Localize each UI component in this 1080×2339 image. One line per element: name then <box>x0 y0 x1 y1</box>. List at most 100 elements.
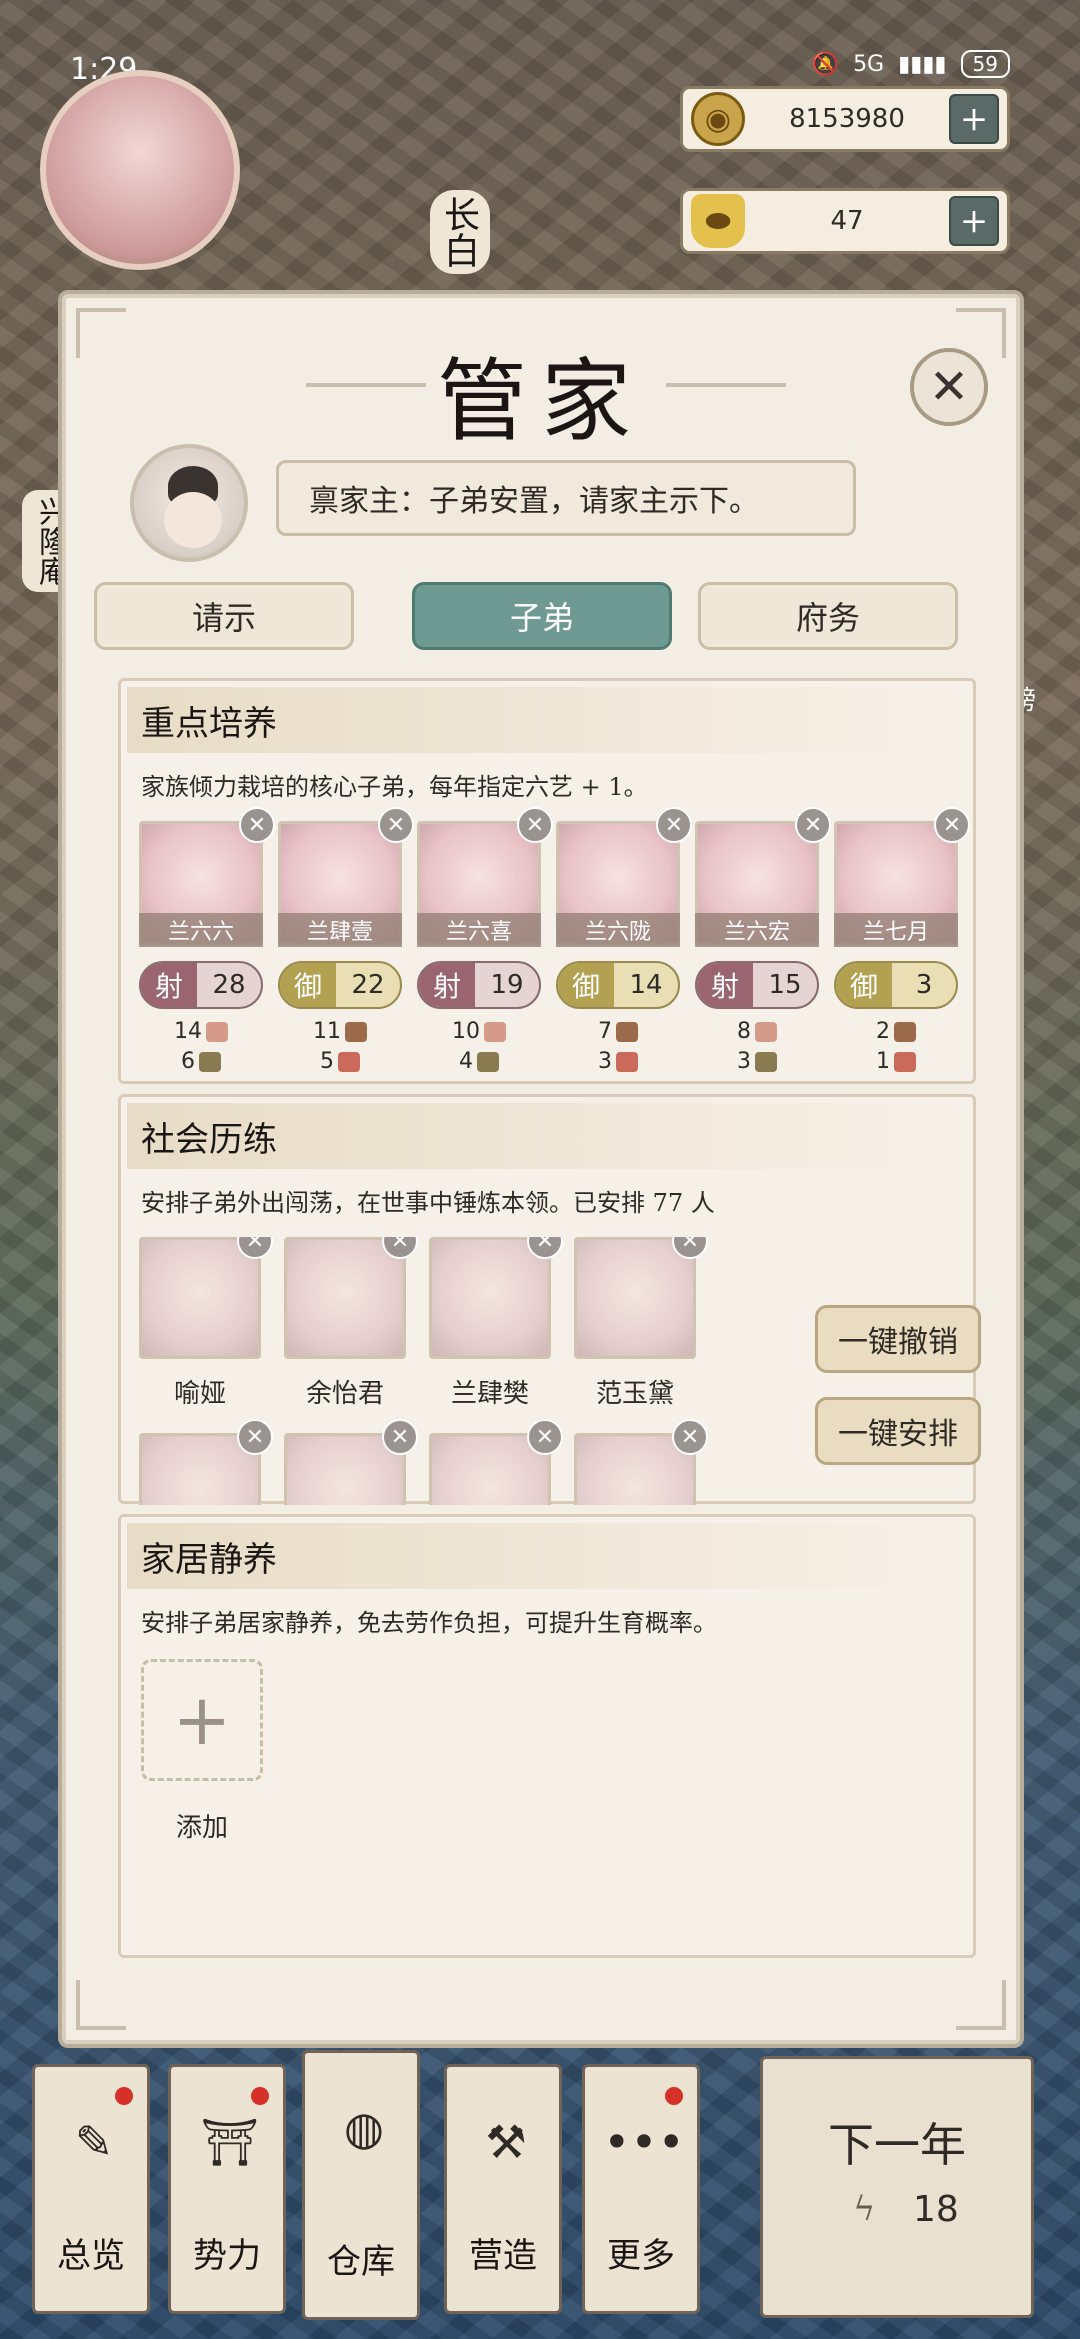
player-avatar[interactable] <box>40 70 240 270</box>
member-portrait <box>139 1237 261 1359</box>
rest-desc: 安排子弟居家静养，免去劳作负担，可提升生育概率。 <box>141 1609 717 1637</box>
focus-member-card[interactable]: 兰肆壹 ✕ 御 22 11 5 <box>278 807 414 1074</box>
social-desc: 安排子弟外出闯荡，在世事中锤炼本领。已安排 77 人 <box>141 1189 715 1217</box>
social-member-card[interactable]: ✕ 范玉黛 <box>574 1237 708 1410</box>
coin-resource: ◉ 8153980 + <box>680 86 1010 152</box>
notification-dot <box>251 2087 269 2105</box>
stat-b: 1 <box>834 1049 958 1074</box>
remove-member-button[interactable]: ✕ <box>517 807 553 843</box>
item-icon <box>616 1052 638 1072</box>
mute-icon: 🔕 <box>811 51 840 77</box>
remove-member-button[interactable]: ✕ <box>237 1419 273 1455</box>
item-icon <box>477 1052 499 1072</box>
remove-member-button[interactable]: ✕ <box>795 807 831 843</box>
social-member-card[interactable]: ✕ 喻娅 <box>139 1237 273 1410</box>
steward-avatar <box>130 444 248 562</box>
steward-panel: 管家 ✕ 禀家主：子弟安置，请家主示下。 请示 子弟 府务 重点培养 家族倾力栽… <box>62 294 1020 2044</box>
skill-type: 御 <box>558 963 614 1007</box>
remove-member-button[interactable]: ✕ <box>239 807 275 843</box>
skill-level: 19 <box>490 970 524 1000</box>
nav-overview[interactable]: ✎ 总览 <box>32 2064 150 2314</box>
skill-type: 射 <box>141 963 197 1007</box>
arrange-all-button[interactable]: 一键安排 <box>815 1397 981 1465</box>
member-name: 喻娅 <box>173 1379 226 1409</box>
stat-a: 7 <box>556 1019 680 1044</box>
tab-household[interactable]: 府务 <box>698 582 958 650</box>
item-icon <box>338 1052 360 1072</box>
skill-pill: 射 19 <box>417 961 541 1009</box>
add-member-button[interactable]: + <box>141 1659 263 1781</box>
social-member-card[interactable]: ✕ 余怡君 <box>284 1237 418 1410</box>
stat-a: 10 <box>417 1019 541 1044</box>
member-name: 兰肆樊 <box>450 1379 529 1409</box>
signal-label: 5G <box>853 51 885 77</box>
add-coin-button[interactable]: + <box>949 94 999 144</box>
stat-a: 8 <box>695 1019 819 1044</box>
home-rest-section: 家居静养 安排子弟居家静养，免去劳作负担，可提升生育概率。 + 添加 <box>118 1514 976 1958</box>
pavilion-icon: ⛩ <box>200 2114 260 2169</box>
energy-value: 18 <box>913 2189 959 2230</box>
remove-member-button[interactable]: ✕ <box>934 807 970 843</box>
social-member-list[interactable]: ✕ 喻娅 ✕ 余怡君 ✕ 兰肆樊 ✕ 范玉黛 ✕ ✕ ✕ ✕ <box>139 1237 779 1505</box>
skill-pill: 御 22 <box>278 961 402 1009</box>
remove-member-button[interactable]: ✕ <box>527 1419 563 1455</box>
steward-speech: 禀家主：子弟安置，请家主示下。 <box>276 460 856 536</box>
social-member-card[interactable]: ✕ <box>284 1419 418 1505</box>
next-year-button[interactable]: 下一年 ϟ 18 <box>760 2056 1034 2318</box>
corner-ornament <box>76 1980 126 2030</box>
member-name: 兰七月 <box>834 913 958 947</box>
stat-a: 2 <box>834 1019 958 1044</box>
notification-dot <box>665 2087 683 2105</box>
item-icon <box>199 1052 221 1072</box>
stat-b: 4 <box>417 1049 541 1074</box>
tab-requests[interactable]: 请示 <box>94 582 354 650</box>
focus-member-card[interactable]: 兰六陇 ✕ 御 14 7 3 <box>556 807 692 1074</box>
nav-label: 更多 <box>607 2236 675 2276</box>
stat-a: 11 <box>278 1019 402 1044</box>
stat-b: 3 <box>556 1049 680 1074</box>
stat-b: 3 <box>695 1049 819 1074</box>
nav-warehouse[interactable]: ◍ 仓库 <box>302 2050 420 2320</box>
nav-build[interactable]: ⚒ 营造 <box>444 2064 562 2314</box>
focus-title: 重点培养 <box>127 687 967 753</box>
social-member-card[interactable]: ✕ <box>429 1419 563 1505</box>
item-icon <box>206 1022 228 1042</box>
remove-member-button[interactable]: ✕ <box>382 1419 418 1455</box>
social-member-card[interactable]: ✕ <box>139 1419 273 1505</box>
skill-level: 14 <box>629 970 663 1000</box>
skill-type: 射 <box>697 963 753 1007</box>
cancel-all-button[interactable]: 一键撤销 <box>815 1305 981 1373</box>
remove-member-button[interactable]: ✕ <box>378 807 414 843</box>
tab-children[interactable]: 子弟 <box>412 582 672 650</box>
add-ingot-button[interactable]: + <box>949 196 999 246</box>
social-member-card[interactable]: ✕ 兰肆樊 <box>429 1237 563 1410</box>
stat-a: 14 <box>139 1019 263 1044</box>
social-section: 社会历练 安排子弟外出闯荡，在世事中锤炼本领。已安排 77 人 ✕ 喻娅 ✕ 余… <box>118 1094 981 1505</box>
ingot-value: 47 <box>830 206 864 236</box>
item-icon <box>894 1052 916 1072</box>
focus-member-card[interactable]: 兰六喜 ✕ 射 19 10 4 <box>417 807 553 1074</box>
rest-title: 家居静养 <box>127 1523 967 1589</box>
focus-member-list: 兰六六 ✕ 射 28 14 6 兰肆壹 ✕ 御 22 11 5 兰六喜 ✕ 射 … <box>139 807 970 1081</box>
social-member-card[interactable]: ✕ <box>574 1419 708 1505</box>
remove-member-button[interactable]: ✕ <box>672 1419 708 1455</box>
brush-icon: ✎ <box>74 2115 114 2169</box>
nav-label: 仓库 <box>327 2242 395 2282</box>
item-icon <box>894 1022 916 1042</box>
stat-b: 6 <box>139 1049 263 1074</box>
member-name: 兰六喜 <box>417 913 541 947</box>
focus-member-card[interactable]: 兰六六 ✕ 射 28 14 6 <box>139 807 275 1074</box>
focus-member-card[interactable]: 兰七月 ✕ 御 3 2 1 <box>834 807 970 1074</box>
skill-level: 15 <box>768 970 802 1000</box>
add-label: 添加 <box>175 1813 228 1843</box>
remove-member-button[interactable]: ✕ <box>656 807 692 843</box>
nav-power[interactable]: ⛩ 势力 <box>168 2064 286 2314</box>
close-button[interactable]: ✕ <box>910 348 988 426</box>
nav-more[interactable]: ••• 更多 <box>582 2064 700 2314</box>
item-icon <box>755 1022 777 1042</box>
member-name: 兰六六 <box>139 913 263 947</box>
corner-ornament <box>956 1980 1006 2030</box>
focus-member-card[interactable]: 兰六宏 ✕ 射 15 8 3 <box>695 807 831 1074</box>
focus-desc: 家族倾力栽培的核心子弟，每年指定六艺 + 1。 <box>141 773 648 801</box>
energy-icon: ϟ <box>853 2189 876 2229</box>
